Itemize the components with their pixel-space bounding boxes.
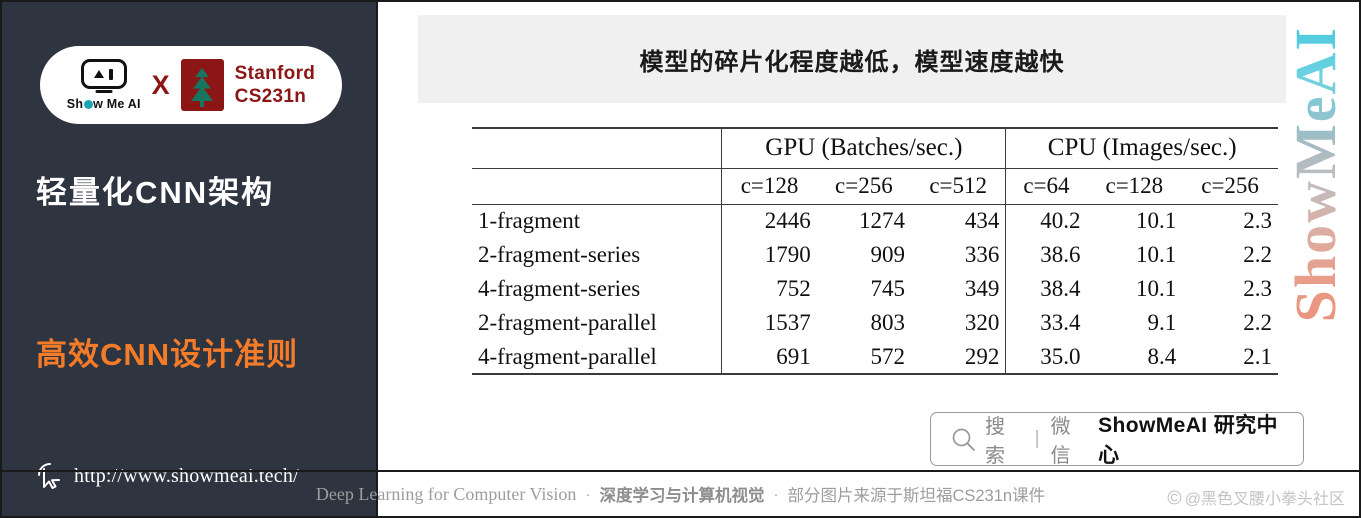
showmeai-robot-icon — [80, 59, 127, 89]
column-group-gpu: GPU (Batches/sec.) — [721, 127, 1006, 168]
cell: 1274 — [816, 203, 911, 238]
cell: 9.1 — [1147, 310, 1177, 335]
sidebar: Sh w Me AI X Stanford CS231n 轻量化CNN架构 高效C… — [2, 2, 378, 516]
footer-chinese-title: 深度学习与计算机视觉 — [599, 487, 765, 505]
cell: 2.1 — [1182, 340, 1278, 375]
showmeai-dot-icon — [83, 100, 93, 109]
table-row: 2-fragment-series 1790 909 336 38.6 10.1… — [472, 238, 1278, 272]
cell: 336 — [964, 242, 1000, 267]
cell: 2446 — [721, 203, 817, 238]
brand-label: ShowMeAI 研究中心 — [1098, 414, 1278, 467]
table-row: 1-fragment 2446 1274 434 40.2 10.1 2.3 — [472, 203, 1278, 238]
corner-cell — [472, 127, 722, 168]
logo-pill: Sh w Me AI X Stanford CS231n — [40, 46, 342, 124]
cell: 10.1 — [1135, 242, 1177, 267]
cell: 691 — [721, 340, 817, 375]
results-table: GPU (Batches/sec.) CPU (Images/sec.) c=1… — [472, 127, 1278, 375]
col-head-cpu-c64: c=64 — [1005, 167, 1087, 204]
cell: 2.2 — [1243, 242, 1272, 267]
col-head-cpu-c128: c=128 — [1086, 167, 1183, 204]
cell: 803 — [870, 310, 905, 335]
search-divider: | — [1034, 428, 1040, 449]
footer-source: 部分图片来源于斯坦福CS231n课件 — [787, 487, 1046, 505]
table-body: GPU (Batches/sec.) CPU (Images/sec.) c=1… — [472, 127, 1278, 375]
cell: 38.4 — [1005, 272, 1087, 306]
robot-caret-icon — [94, 70, 105, 78]
cell: 2.3 — [1182, 203, 1278, 238]
col-head-gpu-c512: c=512 — [910, 167, 1006, 204]
channel-label: 微信 — [1050, 416, 1072, 467]
table-row: 4-fragment-series 752 745 349 38.4 10.1 … — [472, 272, 1278, 306]
stanford-wordmark: Stanford CS231n — [235, 62, 316, 108]
table-row: 4-fragment-parallel 691 572 292 35.0 8.4… — [472, 340, 1278, 375]
sidebar-heading-secondary: 高效CNN设计准则 — [36, 337, 299, 372]
stanford-line-2: CS231n — [234, 86, 307, 107]
cell: 745 — [870, 276, 905, 301]
col-head-gpu-c256: c=256 — [816, 167, 911, 204]
community-watermark: @黑色叉腰小拳头社区 — [1167, 485, 1345, 509]
col-head-gpu-c128: c=128 — [721, 167, 817, 204]
cell: 320 — [964, 310, 1000, 335]
table-subheader-row: c=128 c=256 c=512 c=64 c=128 c=256 — [472, 167, 1278, 204]
cell: 2.3 — [1243, 276, 1272, 301]
row-label: 1-fragment — [472, 203, 722, 238]
cell: 38.6 — [1005, 238, 1087, 272]
cross-label: X — [151, 69, 170, 100]
footer: Deep Learning for Computer Vision · 深度学习… — [2, 470, 1359, 516]
wechat-search-pill[interactable]: 搜索 | 微信 ShowMeAI 研究中心 — [930, 412, 1304, 467]
cell: 2.2 — [1243, 310, 1272, 335]
cell: 434 — [910, 203, 1006, 238]
footer-english: Deep Learning for Computer Vision — [315, 483, 577, 504]
cell: 10.1 — [1135, 276, 1177, 301]
footer-dot-1: · — [585, 485, 591, 503]
cell: 33.4 — [1005, 306, 1087, 340]
stanford-line-1: Stanford — [234, 62, 316, 84]
banner-title: 模型的碎片化程度越低，模型速度越快 — [639, 48, 1065, 76]
search-label: 搜索 — [985, 416, 1006, 467]
showmeai-logo: Sh w Me AI — [67, 59, 141, 111]
table-header-group-row: GPU (Batches/sec.) CPU (Images/sec.) — [472, 127, 1278, 168]
showmeai-vertical-watermark: ShowMeAI — [1283, 26, 1348, 323]
col-head-cpu-c256: c=256 — [1182, 167, 1278, 204]
showmeai-wordmark-text: Sh w Me AI — [66, 97, 141, 111]
stanford-tree-icon — [180, 59, 224, 111]
cell: 1790 — [721, 238, 817, 272]
cell: 572 — [816, 340, 911, 375]
row-label: 2-fragment-series — [478, 242, 641, 267]
cell: 909 — [870, 242, 905, 267]
cell: 40.2 — [1005, 203, 1087, 238]
showmeai-wordmark: Sh w Me AI — [67, 97, 141, 111]
cell: 10.1 — [1086, 203, 1183, 238]
cell: 8.4 — [1086, 340, 1183, 375]
robot-bar-icon — [109, 68, 113, 80]
banner: 模型的碎片化程度越低，模型速度越快 — [418, 15, 1286, 103]
copyright-icon — [1167, 490, 1182, 504]
cell: 752 — [721, 272, 817, 306]
cell: 292 — [910, 340, 1006, 375]
sidebar-heading-primary: 轻量化CNN架构 — [36, 175, 275, 210]
cell: 35.0 — [1005, 340, 1087, 375]
table-row: 2-fragment-parallel 1537 803 320 33.4 9.… — [472, 306, 1278, 340]
row-label: 4-fragment-parallel — [472, 340, 722, 375]
content-area: 模型的碎片化程度越低，模型速度越快 GPU (Batches/sec.) CPU… — [378, 2, 1359, 516]
row-label: 2-fragment-parallel — [478, 310, 657, 335]
footer-dot-2: · — [773, 485, 779, 503]
slide-frame: Sh w Me AI X Stanford CS231n 轻量化CNN架构 高效C… — [0, 0, 1361, 518]
corner-cell-2 — [472, 167, 722, 204]
tree-trunk — [200, 95, 205, 107]
table: GPU (Batches/sec.) CPU (Images/sec.) c=1… — [472, 127, 1278, 375]
search-icon — [952, 428, 975, 451]
cell: 349 — [964, 276, 1000, 301]
cell: 1537 — [721, 306, 817, 340]
community-watermark-text: @黑色叉腰小拳头社区 — [1184, 491, 1345, 508]
row-label: 4-fragment-series — [478, 276, 641, 301]
column-group-cpu: CPU (Images/sec.) — [1005, 127, 1278, 168]
